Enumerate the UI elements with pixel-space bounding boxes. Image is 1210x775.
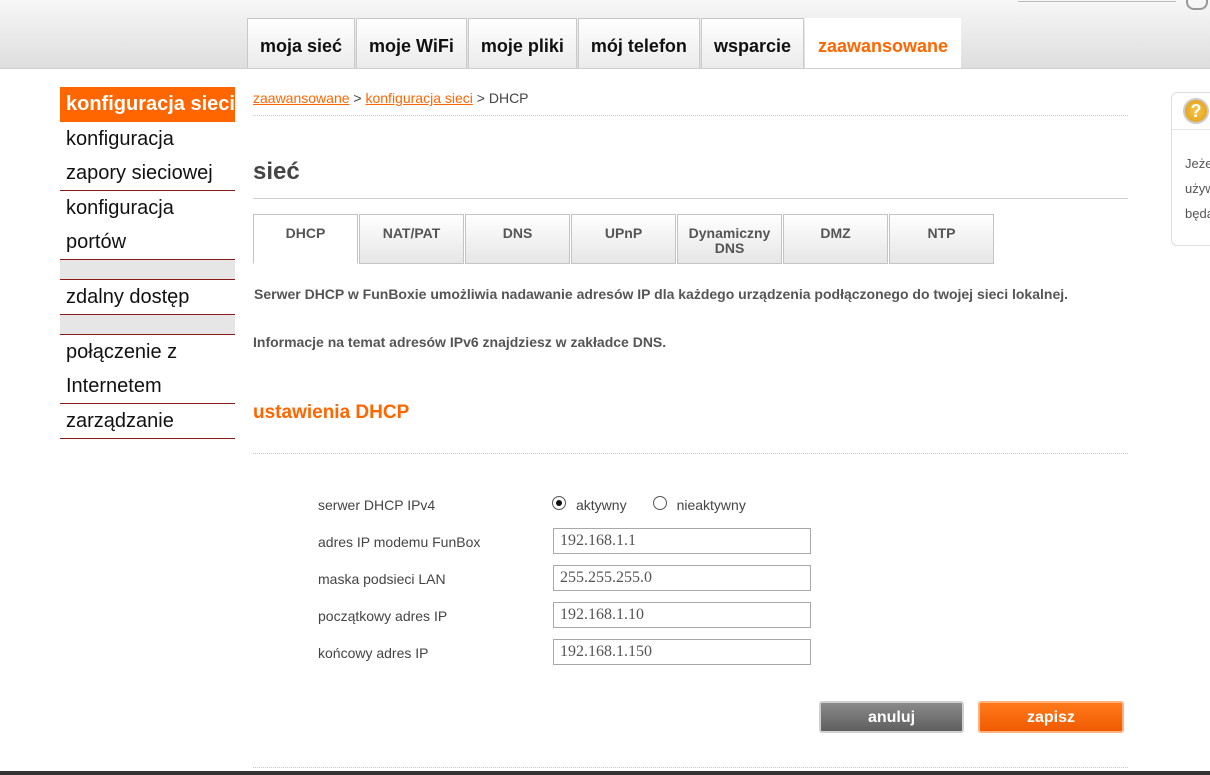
tab-dynamic-dns-line2: DNS — [714, 240, 745, 256]
subnet-mask-input[interactable]: 255.255.255.0 — [553, 565, 811, 591]
dhcp-description: Serwer DHCP w FunBoxie umożliwia nadawan… — [254, 286, 1069, 302]
breadcrumb-link-advanced[interactable]: zaawansowane — [253, 90, 350, 106]
tab-nat-pat[interactable]: NAT/PAT — [359, 214, 464, 264]
tab-upnp[interactable]: UPnP — [571, 214, 676, 264]
tab-dynamic-dns-line1: Dynamiczny — [688, 225, 771, 241]
tab-dhcp[interactable]: DHCP — [253, 214, 358, 264]
start-ip-label: początkowy adres IP — [318, 608, 448, 624]
end-ip-label: końcowy adres IP — [318, 645, 429, 661]
top-header: moja sieć moje WiFi moje pliki mój telef… — [0, 0, 1210, 69]
corner-icon[interactable] — [1186, 0, 1208, 10]
start-ip-input[interactable]: 192.168.1.10 — [553, 602, 811, 628]
sidebar-spacer — [60, 315, 235, 335]
modem-ip-input[interactable]: 192.168.1.1 — [553, 528, 811, 554]
help-text-line: używ — [1185, 181, 1210, 196]
breadcrumb-current: DHCP — [488, 90, 529, 106]
divider — [253, 767, 1128, 768]
tab-ntp[interactable]: NTP — [889, 214, 994, 264]
sidebar-item-management[interactable]: zarządzanie — [60, 404, 235, 439]
radio-inactive-label[interactable]: nieaktywny — [677, 497, 746, 513]
subnet-mask-label: maska podsieci LAN — [318, 571, 446, 587]
window-bottom-edge — [0, 771, 1210, 775]
tab-moj-telefon[interactable]: mój telefon — [577, 18, 700, 68]
section-title: ustawienia DHCP — [253, 402, 410, 423]
end-ip-input[interactable]: 192.168.1.150 — [553, 639, 811, 665]
sidebar-spacer — [60, 260, 235, 280]
dhcp-server-label: serwer DHCP IPv4 — [318, 497, 436, 513]
help-divider — [1172, 129, 1210, 130]
save-button[interactable]: zapisz — [978, 701, 1124, 733]
radio-inactive[interactable] — [652, 496, 667, 510]
tab-moje-wifi[interactable]: moje WiFi — [356, 18, 467, 68]
sidebar-item-internet-connection[interactable]: połączenie z Internetem — [60, 335, 235, 404]
sub-tabs: DHCP NAT/PAT DNS UPnP Dynamiczny DNS DMZ… — [253, 214, 995, 264]
help-text-line: będą — [1185, 206, 1210, 221]
help-panel: ? Jeże używ będą — [1171, 92, 1210, 246]
sidebar-item-port-config[interactable]: konfiguracja portów — [60, 191, 235, 260]
modem-ip-label: adres IP modemu FunBox — [318, 534, 481, 550]
divider — [253, 115, 1128, 116]
tab-dmz[interactable]: DMZ — [783, 214, 888, 264]
help-text-line: Jeże — [1185, 156, 1210, 171]
radio-active[interactable] — [552, 496, 566, 510]
breadcrumb: zaawansowane > konfiguracja sieci > DHCP — [253, 90, 529, 106]
tab-moja-siec[interactable]: moja sieć — [247, 18, 356, 68]
cancel-button[interactable]: anuluj — [819, 701, 964, 733]
breadcrumb-link-network-config[interactable]: konfiguracja sieci — [365, 90, 472, 106]
divider — [253, 198, 1128, 199]
tab-wsparcie[interactable]: wsparcie — [700, 18, 804, 68]
sidebar-item-network-config[interactable]: konfiguracja sieci — [60, 87, 235, 122]
top-search-field-edge[interactable] — [1018, 0, 1176, 2]
main-navigation: moja sieć moje WiFi moje pliki mój telef… — [247, 18, 962, 68]
tab-dns[interactable]: DNS — [465, 214, 570, 264]
help-text: Jeże używ będą — [1185, 151, 1210, 226]
sidebar-item-remote-access[interactable]: zdalny dostęp — [60, 280, 235, 315]
ipv6-info: Informacje na temat adresów IPv6 znajdzi… — [253, 334, 667, 350]
sidebar-nav: konfiguracja sieci konfiguracja zapory s… — [60, 87, 235, 439]
tab-zaawansowane[interactable]: zaawansowane — [804, 18, 962, 68]
radio-active-label[interactable]: aktywny — [576, 497, 627, 513]
divider — [253, 453, 1128, 454]
breadcrumb-separator: > — [476, 90, 485, 106]
help-icon[interactable]: ? — [1183, 98, 1209, 124]
tab-dynamic-dns[interactable]: Dynamiczny DNS — [677, 214, 782, 264]
dhcp-server-radio-group: aktywny nieaktywny — [552, 495, 772, 513]
breadcrumb-separator: > — [353, 90, 362, 106]
sidebar-item-firewall-config[interactable]: konfiguracja zapory sieciowej — [60, 122, 235, 191]
tab-moje-pliki[interactable]: moje pliki — [467, 18, 577, 68]
page-title: sieć — [253, 158, 300, 185]
